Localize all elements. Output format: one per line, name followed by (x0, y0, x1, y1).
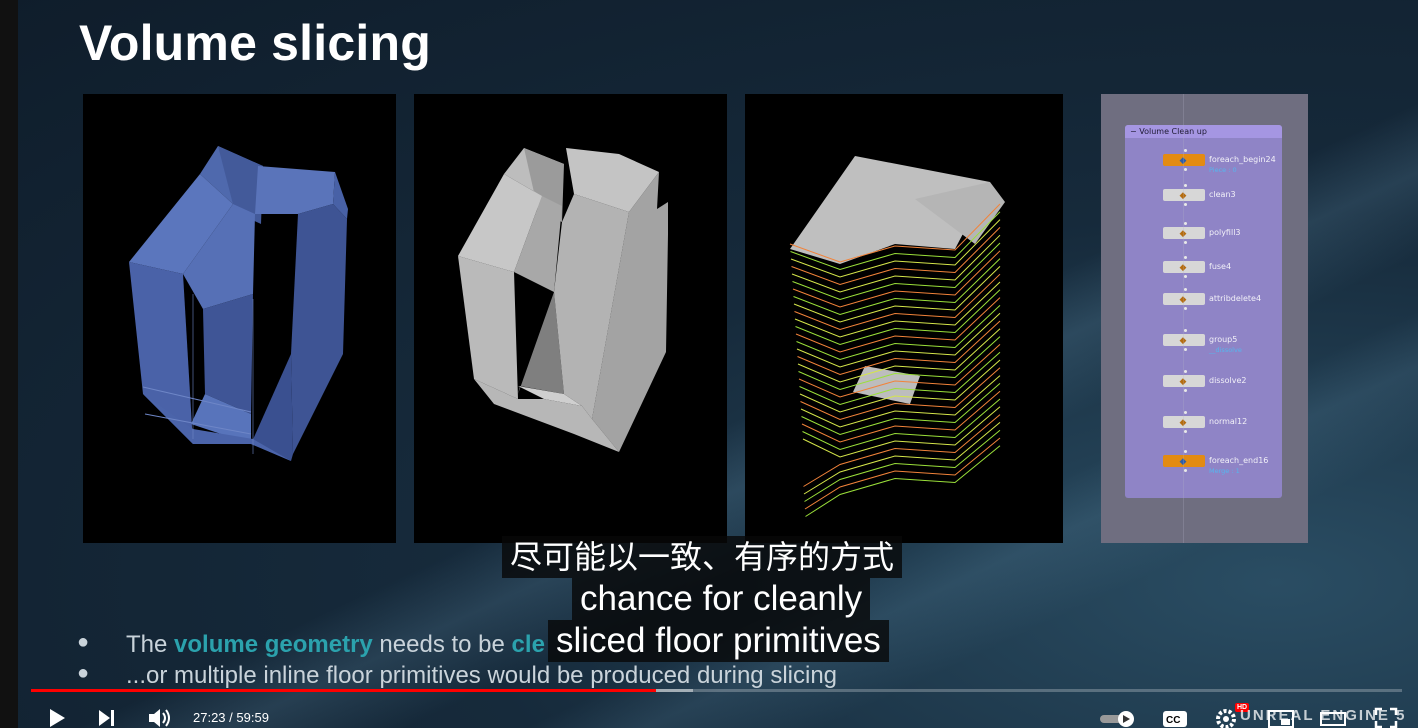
node-box[interactable]: ◆ (1163, 293, 1205, 305)
bottom-output-dot[interactable] (1184, 168, 1187, 171)
node-5[interactable]: ◆ group5 __dissolve (1163, 334, 1303, 354)
node-label: normal12 (1209, 417, 1248, 426)
bullet-highlight: cle (511, 631, 545, 658)
progress-bar[interactable] (31, 689, 1402, 692)
play-icon[interactable] (47, 708, 67, 728)
node-3[interactable]: ◆ fuse4 (1163, 261, 1303, 275)
caption-line-2: chance for cleanly (572, 578, 871, 620)
node-graph-panel: − Volume Clean up ◆ foreach_begin24 Piece … (1101, 94, 1308, 543)
bottom-output-dot[interactable] (1184, 430, 1187, 433)
volume-icon[interactable] (147, 707, 173, 728)
node-6[interactable]: ◆ dissolve2 (1163, 375, 1303, 389)
subtitles-icon[interactable]: CC (1162, 709, 1188, 728)
bottom-output-dot[interactable] (1184, 348, 1187, 351)
bottom-output-dot[interactable] (1184, 241, 1187, 244)
left-border (0, 0, 18, 728)
bottom-output-dot[interactable] (1184, 469, 1187, 472)
top-input-dot[interactable] (1184, 184, 1187, 187)
node-7[interactable]: ◆ normal12 (1163, 416, 1303, 430)
node-4[interactable]: ◆ attribdelete4 (1163, 293, 1303, 307)
top-input-dot[interactable] (1184, 222, 1187, 225)
top-input-dot[interactable] (1184, 149, 1187, 152)
top-input-dot[interactable] (1184, 411, 1187, 414)
node-label: polyfill3 (1209, 228, 1241, 237)
miniplayer-icon[interactable] (1268, 709, 1294, 728)
bottom-output-dot[interactable] (1184, 389, 1187, 392)
caption-line-3: sliced floor primitives (548, 620, 889, 662)
bottom-output-dot[interactable] (1184, 307, 1187, 310)
bullet-text: needs to be (372, 631, 512, 658)
fullscreen-icon[interactable] (1374, 707, 1398, 728)
node-label: dissolve2 (1209, 376, 1247, 385)
top-input-dot[interactable] (1184, 256, 1187, 259)
node-2[interactable]: ◆ polyfill3 (1163, 227, 1303, 241)
top-input-dot[interactable] (1184, 288, 1187, 291)
frame-title: Volume Clean up (1139, 127, 1207, 136)
node-box[interactable]: ◆ (1163, 154, 1205, 166)
autoplay-toggle-icon[interactable] (1099, 710, 1139, 728)
current-time: 27:23 (193, 710, 226, 725)
node-box[interactable]: ◆ (1163, 189, 1205, 201)
bottom-output-dot[interactable] (1184, 203, 1187, 206)
node-0[interactable]: ◆ foreach_begin24 Piece : 0 (1163, 154, 1303, 174)
bullet-text: ...or multiple inline floor primitives w… (126, 662, 838, 689)
node-box[interactable]: ◆ (1163, 416, 1205, 428)
slice-line (802, 406, 1001, 458)
node-box[interactable]: ◆ (1163, 227, 1205, 239)
node-label: fuse4 (1209, 262, 1232, 271)
node-1[interactable]: ◆ clean3 (1163, 189, 1303, 203)
node-sublabel: __dissolve (1209, 346, 1242, 354)
slice-line (802, 398, 1001, 451)
node-box[interactable]: ◆ (1163, 375, 1205, 387)
sliced-volume-render (745, 94, 1063, 543)
node-8[interactable]: ◆ foreach_end16 Merge : 1 (1163, 455, 1303, 475)
duration: 59:59 (236, 710, 269, 725)
node-label: clean3 (1209, 190, 1236, 199)
time-separator: / (225, 710, 237, 725)
progress-played (31, 689, 657, 692)
slide-title: Volume slicing (79, 15, 431, 71)
bullet-highlight: volume geometry (174, 631, 373, 658)
bottom-output-dot[interactable] (1184, 275, 1187, 278)
node-box[interactable]: ◆ (1163, 455, 1205, 467)
blue-volume-render (83, 94, 396, 543)
caption-line-1: 尽可能以一致、有序的方式 (502, 536, 903, 578)
node-sublabel: Piece : 0 (1209, 166, 1237, 174)
node-label: foreach_end16 (1209, 456, 1269, 465)
next-icon[interactable] (97, 708, 117, 728)
top-input-dot[interactable] (1184, 329, 1187, 332)
node-box[interactable]: ◆ (1163, 334, 1205, 346)
node-label: foreach_begin24 (1209, 155, 1276, 164)
node-sublabel: Merge : 1 (1209, 467, 1240, 475)
collapse-icon[interactable]: − (1130, 127, 1137, 136)
time-display: 27:23 / 59:59 (193, 710, 269, 725)
volume-cleanup-frame[interactable]: − Volume Clean up (1125, 125, 1282, 498)
top-input-dot[interactable] (1184, 370, 1187, 373)
gray-volume-render (414, 94, 727, 543)
bullet-dot: ● (77, 662, 90, 684)
node-label: attribdelete4 (1209, 294, 1262, 303)
bullet-dot: ● (77, 631, 90, 653)
network-guide-line (1183, 94, 1184, 543)
frame-header[interactable]: − Volume Clean up (1125, 125, 1282, 138)
node-label: group5 (1209, 335, 1238, 344)
node-box[interactable]: ◆ (1163, 261, 1205, 273)
top-input-dot[interactable] (1184, 450, 1187, 453)
svg-text:CC: CC (1166, 715, 1180, 726)
theater-mode-icon[interactable] (1320, 709, 1346, 728)
bullet-text: The (126, 631, 175, 658)
